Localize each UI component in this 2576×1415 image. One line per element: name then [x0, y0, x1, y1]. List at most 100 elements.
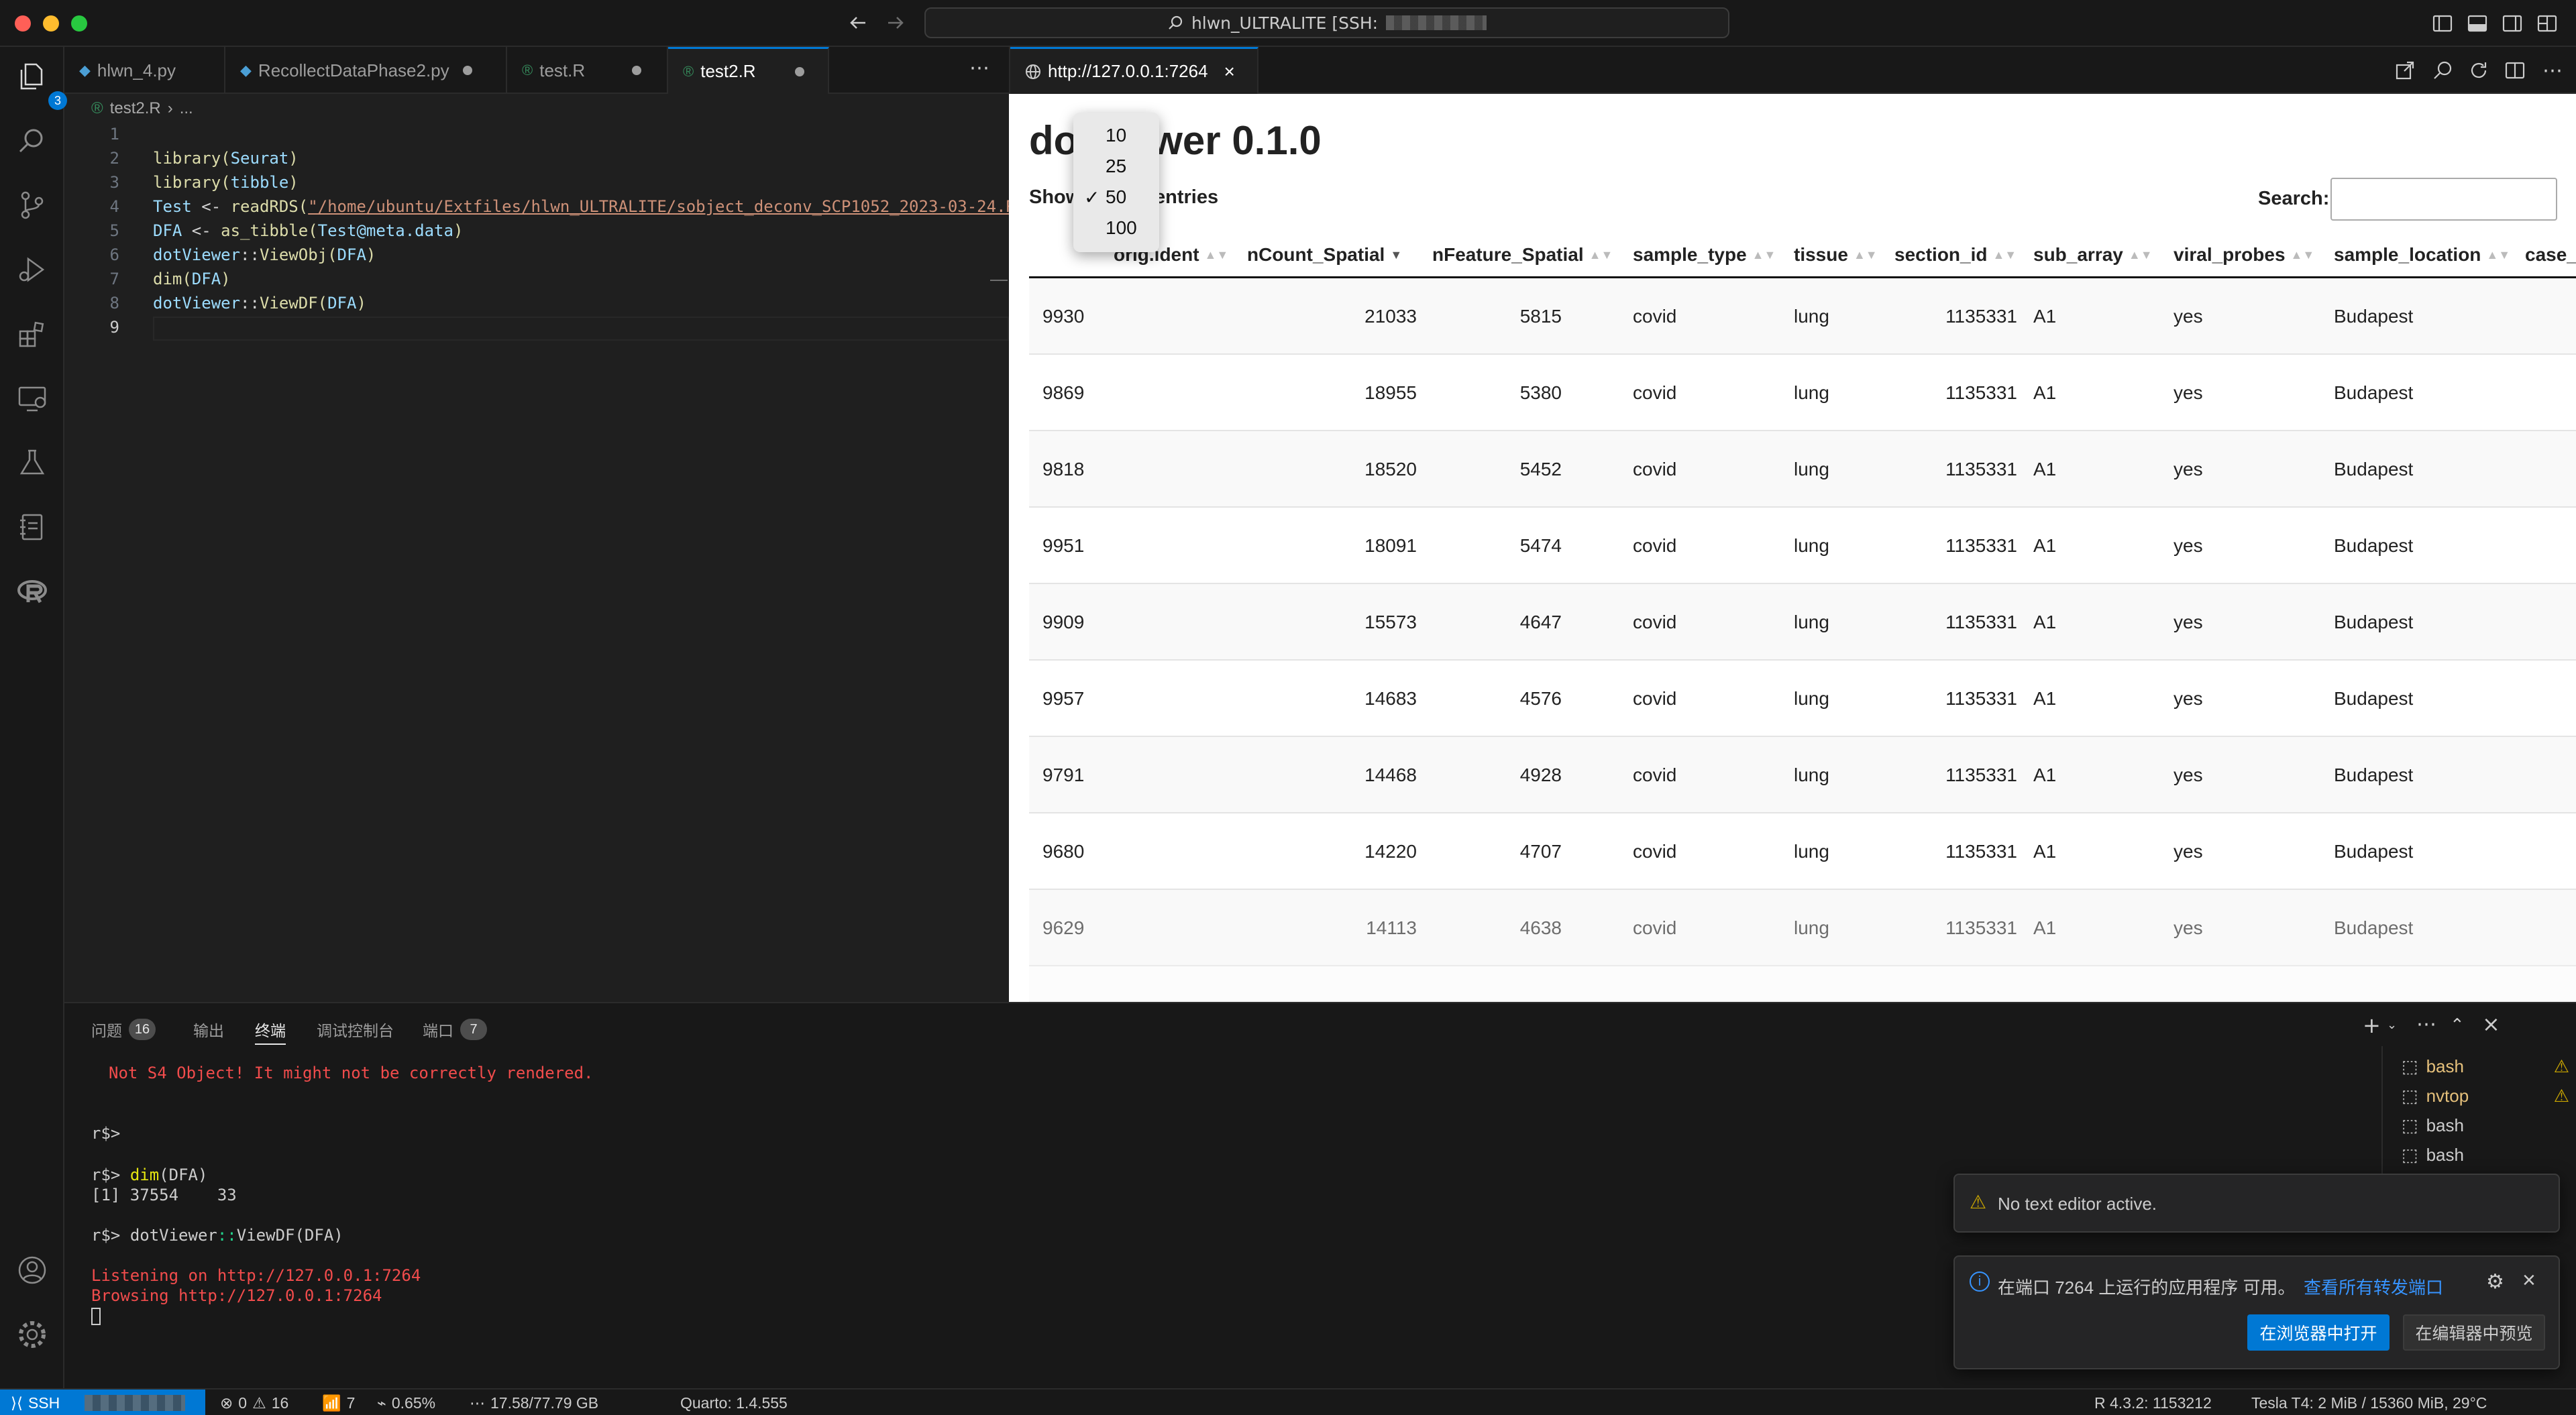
unsaved-dot-icon[interactable] — [632, 66, 642, 75]
table-row[interactable]: 9951 18091 5474 covid lung 1135331 A1 yes Budape… — [1029, 508, 2576, 584]
table-row[interactable]: 9909 15573 4647 covid lung 1135331 A1 yes Budape… — [1029, 584, 2576, 661]
maximize-window-button[interactable] — [71, 15, 87, 32]
table-row[interactable]: 9869 18955 5380 covid lung 1135331 A1 yes Budape… — [1029, 355, 2576, 431]
column-header-case[interactable]: case_ — [2525, 231, 2576, 278]
page-length-option[interactable]: 10 — [1073, 121, 1159, 150]
column-header-tissue[interactable]: tissue ▲▼ — [1794, 231, 1878, 278]
breadcrumb-file[interactable]: test2.R — [110, 99, 161, 118]
split-editor-icon[interactable] — [2504, 59, 2526, 82]
ports-indicator[interactable]: 📶 7 — [322, 1390, 355, 1415]
account-icon[interactable] — [16, 1254, 48, 1286]
page-length-option[interactable]: 25 — [1073, 152, 1159, 181]
column-header-ncount-spatial[interactable]: nCount_Spatial ▼ — [1247, 231, 1402, 278]
toggle-secondary-sidebar-icon[interactable] — [2501, 12, 2524, 35]
chevron-down-icon[interactable]: ⌄ — [2387, 1018, 2397, 1032]
quarto-version[interactable]: Quarto: 1.4.555 — [680, 1390, 788, 1415]
cpu-indicator[interactable]: ⌁ 0.65% — [377, 1390, 435, 1415]
column-header-nfeature-spatial[interactable]: nFeature_Spatial ▲▼ — [1432, 231, 1613, 278]
table-row[interactable]: 9680 14220 4707 covid lung 1135331 A1 yes Budape… — [1029, 813, 2576, 890]
extensions-icon[interactable] — [16, 318, 48, 350]
current-line-highlight — [153, 317, 1009, 341]
unsaved-dot-icon[interactable] — [462, 66, 472, 75]
tab-ports[interactable]: 端口 7 — [423, 1018, 487, 1041]
close-icon[interactable]: × — [1224, 61, 1235, 82]
r-version[interactable]: R 4.3.2: 1153212 — [2094, 1390, 2212, 1415]
search-input[interactable] — [2330, 178, 2557, 221]
remote-explorer-icon[interactable] — [16, 382, 48, 414]
search-icon[interactable] — [16, 125, 48, 157]
table-header: orig.ident ▲▼ nCount_Spatial ▼ nFeature_Sp… — [1029, 231, 2576, 278]
open-in-browser-button[interactable]: 在浏览器中打开 — [2247, 1314, 2390, 1351]
terminal-item-nvtop[interactable]: ⬚ nvtop ⚠ — [2402, 1081, 2569, 1111]
tab-problems[interactable]: 问题 16 — [91, 1018, 156, 1041]
line-number: 2 — [109, 149, 119, 168]
reload-icon[interactable] — [2467, 59, 2490, 82]
table-row[interactable]: 9930 21033 5815 covid lung 1135331 A1 yes Budape… — [1029, 278, 2576, 355]
code-editor[interactable]: 1 2 3 4 5 6 7 8 9 library(Seurat) librar… — [64, 123, 1009, 1002]
close-icon[interactable]: × — [2522, 1267, 2536, 1294]
view-ports-link[interactable]: 查看所有转发端口 — [2304, 1274, 2443, 1299]
simple-browser-viewport[interactable]: dotViewer 0.1.0 Show entries Search: ori… — [1009, 94, 2576, 1002]
page-length-dropdown[interactable]: 10 25 ✓ 50 100 — [1073, 113, 1159, 252]
tab-recollect-data-phase2[interactable]: ◆ RecollectDataPhase2.py — [225, 47, 507, 94]
page-length-option-selected[interactable]: ✓ 50 — [1073, 182, 1159, 212]
remote-indicator[interactable]: ⟩⟨ SSH — [0, 1390, 85, 1415]
terminal-item-bash[interactable]: ⬚ bash ⚠ — [2402, 1052, 2569, 1081]
unsaved-dot-icon[interactable] — [794, 66, 804, 76]
tab-label: RecollectDataPhase2.py — [258, 60, 449, 80]
tab-debug-console[interactable]: 调试控制台 — [317, 1018, 394, 1041]
close-window-button[interactable] — [15, 15, 31, 32]
problems-indicator[interactable]: ⊗ 0 ⚠ 16 — [220, 1390, 288, 1415]
preview-in-editor-button[interactable]: 在编辑器中预览 — [2403, 1314, 2545, 1351]
tab-test-r[interactable]: ® test.R — [507, 47, 668, 94]
sort-icon: ▲▼ — [1853, 247, 1878, 262]
find-icon[interactable] — [2431, 59, 2454, 82]
more-actions-icon[interactable]: ⋯ — [966, 56, 993, 83]
cell-sub-array: A1 — [2033, 612, 2057, 632]
testing-flask-icon[interactable] — [16, 447, 48, 479]
toggle-primary-sidebar-icon[interactable] — [2431, 12, 2454, 35]
tab-simple-browser[interactable]: http://127.0.0.1:7264 × — [1010, 47, 1258, 94]
gpu-status[interactable]: Tesla T4: 2 MiB / 15360 MiB, 29°C — [2251, 1390, 2487, 1415]
run-debug-icon[interactable] — [16, 253, 48, 286]
memory-indicator[interactable]: ⋯ 17.58/77.79 GB — [470, 1390, 598, 1415]
tab-terminal[interactable]: 终端 — [255, 1018, 286, 1045]
tab-output[interactable]: 输出 — [193, 1018, 224, 1041]
gear-icon[interactable]: ⚙ — [2486, 1270, 2504, 1294]
new-terminal-icon[interactable]: + — [2363, 1013, 2381, 1038]
open-external-icon[interactable] — [2394, 59, 2416, 82]
back-arrow-icon[interactable] — [845, 9, 872, 36]
r-language-icon[interactable] — [16, 575, 48, 608]
terminal-item-bash[interactable]: ⬚ bash — [2402, 1111, 2569, 1140]
r-file-icon: ® — [522, 62, 533, 78]
page-length-option[interactable]: 100 — [1073, 213, 1159, 243]
forward-arrow-icon[interactable] — [881, 9, 908, 36]
column-header-sub-array[interactable]: sub_array ▲▼ — [2033, 231, 2153, 278]
column-header-viral-probes[interactable]: viral_probes ▲▼ — [2174, 231, 2314, 278]
terminal-item-bash[interactable]: ⬚ bash — [2402, 1140, 2569, 1170]
table-row[interactable]: 9791 14468 4928 covid lung 1135331 A1 yes Budape… — [1029, 737, 2576, 813]
python-file-icon: ◆ — [240, 62, 252, 78]
table-row[interactable]: 9957 14683 4576 covid lung 1135331 A1 yes Budape… — [1029, 661, 2576, 737]
more-actions-icon[interactable]: ⋯ — [2416, 1013, 2436, 1036]
command-center-search[interactable]: hlwn_ULTRALITE [SSH: — [924, 7, 1729, 38]
table-row[interactable]: 9818 18520 5452 covid lung 1135331 A1 yes Budape… — [1029, 431, 2576, 508]
column-header-section-id[interactable]: section_id ▲▼ — [1894, 231, 2017, 278]
column-header-sample-location[interactable]: sample_location ▲▼ — [2334, 231, 2510, 278]
breadcrumb-rest[interactable]: ... — [180, 99, 193, 118]
tab-hlwn-4-py[interactable]: ◆ hlwn_4.py — [64, 47, 225, 94]
customize-layout-icon[interactable] — [2536, 12, 2559, 35]
tab-test2-r[interactable]: ® test2.R — [668, 47, 829, 94]
tab-label: test.R — [539, 60, 586, 80]
minimize-window-button[interactable] — [43, 15, 59, 32]
toggle-panel-icon[interactable] — [2466, 12, 2489, 35]
close-panel-icon[interactable]: × — [2482, 1011, 2500, 1037]
column-header-sample-type[interactable]: sample_type ▲▼ — [1633, 231, 1776, 278]
settings-gear-icon[interactable] — [16, 1318, 48, 1351]
notebook-icon[interactable] — [16, 511, 48, 543]
explorer-icon[interactable]: 3 — [16, 60, 67, 110]
source-control-icon[interactable] — [16, 189, 48, 221]
more-actions-icon[interactable]: ⋯ — [2541, 59, 2564, 82]
terminal-icon: ⬚ — [2402, 1115, 2418, 1135]
maximize-panel-icon[interactable]: ⌃ — [2450, 1015, 2465, 1035]
